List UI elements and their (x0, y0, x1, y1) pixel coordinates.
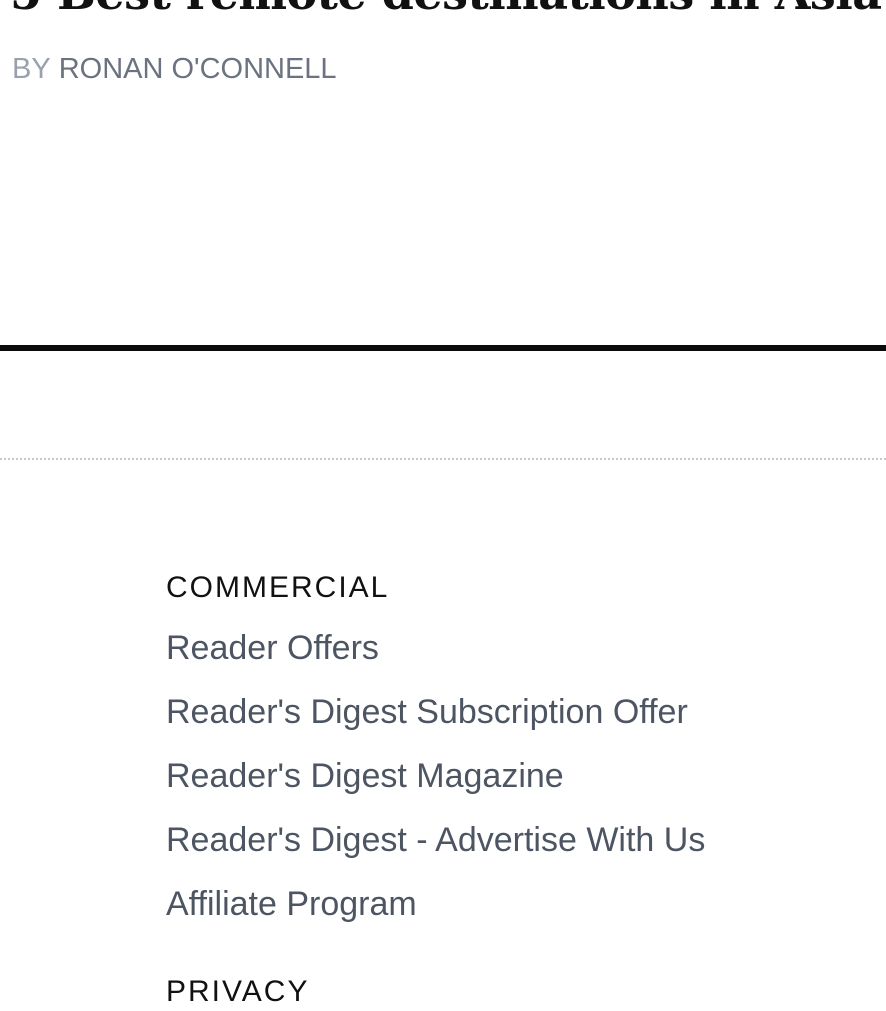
footer-heading-commercial: COMMERCIAL (166, 571, 390, 604)
footer-link-advertise[interactable]: Reader's Digest - Advertise With Us (166, 821, 705, 859)
footer-link-reader-offers[interactable]: Reader Offers (166, 629, 379, 667)
list-item: Reader's Digest Subscription Offer (166, 692, 705, 756)
footer-section-commercial: COMMERCIAL Reader Offers Reader's Digest… (166, 570, 705, 948)
byline-prefix: BY (12, 53, 51, 85)
byline: BY RONAN O'CONNELL (12, 52, 337, 86)
footer-link-affiliate-program[interactable]: Affiliate Program (166, 885, 417, 923)
footer-section-privacy: PRIVACY (166, 974, 309, 1010)
article-title[interactable]: 5 Best remote destinations in Asia (10, 0, 882, 20)
list-item: Reader's Digest Magazine (166, 756, 705, 820)
footer-link-magazine[interactable]: Reader's Digest Magazine (166, 757, 564, 795)
section-divider (0, 345, 886, 351)
list-item: Affiliate Program (166, 884, 705, 948)
footer-link-subscription-offer[interactable]: Reader's Digest Subscription Offer (166, 693, 688, 731)
author-link[interactable]: RONAN O'CONNELL (59, 53, 337, 85)
footer-divider (0, 458, 886, 460)
footer-heading-privacy: PRIVACY (166, 975, 310, 1008)
list-item: Reader's Digest - Advertise With Us (166, 820, 705, 884)
footer-link-list-commercial: Reader Offers Reader's Digest Subscripti… (166, 628, 705, 948)
list-item: Reader Offers (166, 628, 705, 692)
